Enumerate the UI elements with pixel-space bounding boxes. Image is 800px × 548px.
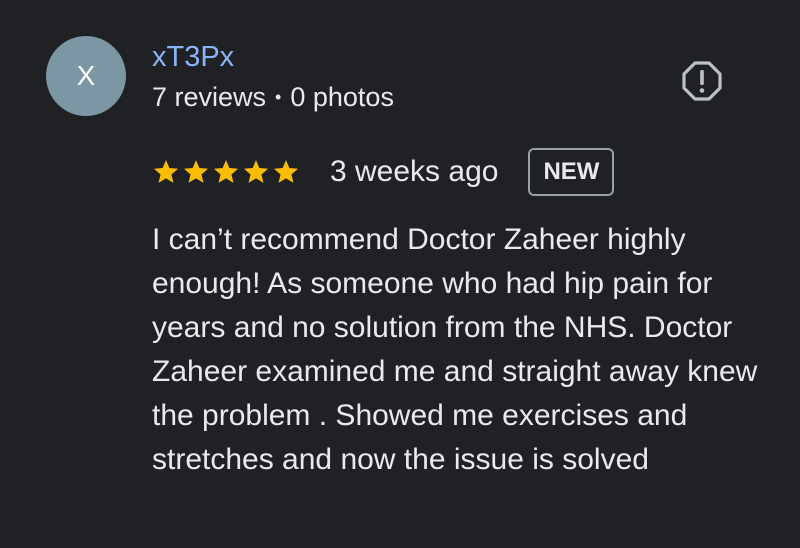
star-icon xyxy=(243,160,269,183)
new-badge: NEW xyxy=(528,148,615,196)
star-icon xyxy=(183,160,209,183)
star-icon xyxy=(153,160,179,183)
report-flag-icon[interactable] xyxy=(679,58,725,104)
star-icon xyxy=(273,160,299,183)
review-count: 7 reviews xyxy=(152,82,267,112)
avatar[interactable]: X xyxy=(46,36,126,116)
star-rating xyxy=(152,158,300,186)
meta-separator: • xyxy=(275,87,282,107)
reviewer-name[interactable]: xT3Px xyxy=(152,40,234,74)
rating-row: 3 weeks ago NEW xyxy=(152,148,615,196)
review-text: I can’t recommend Doctor Zaheer highly e… xyxy=(152,223,758,476)
star-icon xyxy=(213,160,239,183)
reviewer-meta: 7 reviews • 0 photos xyxy=(152,80,394,114)
avatar-initial: X xyxy=(76,60,96,91)
review-date: 3 weeks ago xyxy=(330,155,499,188)
photo-count: 0 photos xyxy=(290,82,394,112)
